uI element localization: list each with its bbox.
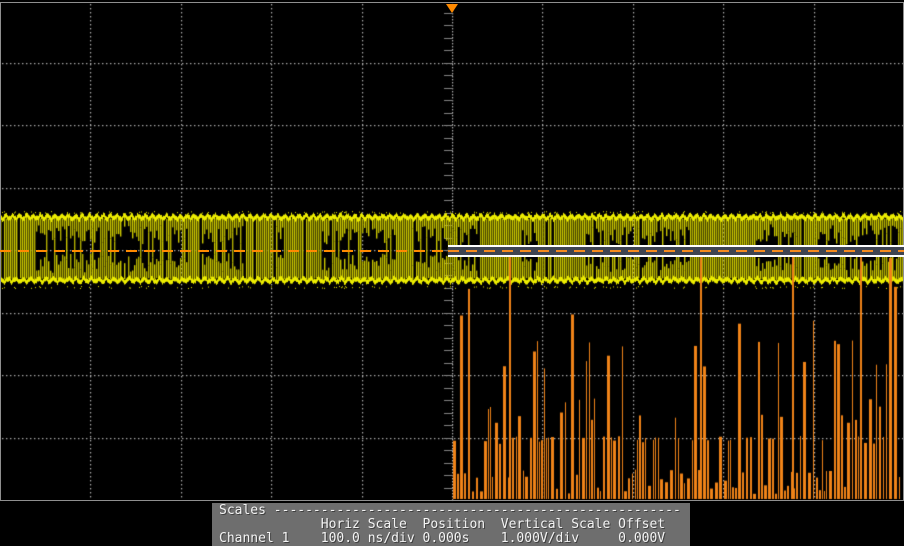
trigger-position-marker-icon[interactable] xyxy=(446,4,458,13)
scales-title-row: Scales ---------------------------------… xyxy=(219,504,690,518)
scales-channel1-row: Channel 1 100.0 ns/div 0.000s 1.000V/div… xyxy=(219,532,690,546)
channel-offset-dashed-line xyxy=(0,250,448,252)
scales-panel: Scales ---------------------------------… xyxy=(212,503,690,546)
waveform-canvas xyxy=(0,0,904,546)
oscilloscope-display: Scales ---------------------------------… xyxy=(0,0,904,546)
scales-header-row: Horiz Scale Position Vertical Scale Offs… xyxy=(219,518,690,532)
zoom-region-bar[interactable] xyxy=(448,245,904,257)
